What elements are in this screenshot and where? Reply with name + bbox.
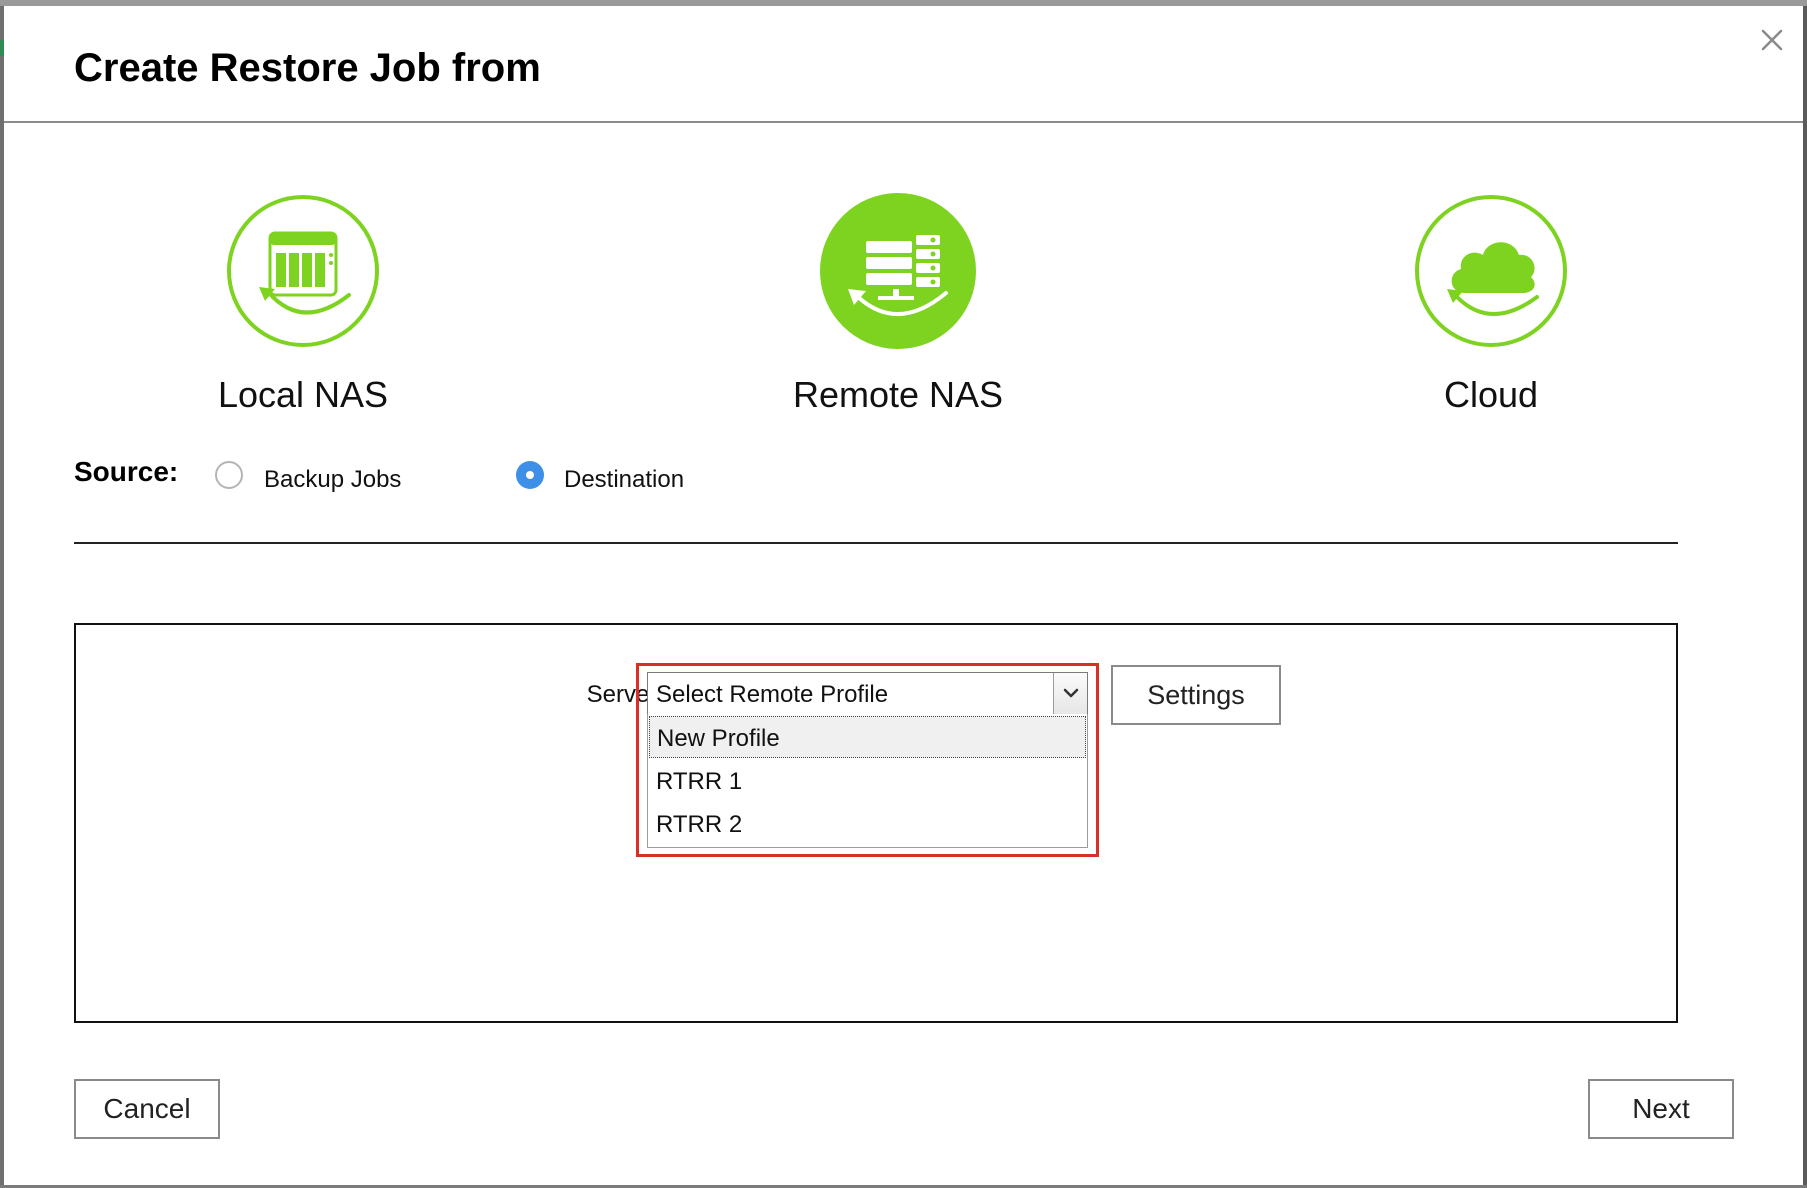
server-panel: Server: Select Remote Profile New Profil… (74, 623, 1678, 1023)
radio-backup-jobs[interactable] (215, 461, 243, 489)
radio-label-destination[interactable]: Destination (564, 466, 684, 494)
section-divider (74, 542, 1678, 544)
server-select-arrow[interactable] (1053, 673, 1087, 714)
source-option-cloud[interactable]: Cloud (1371, 193, 1611, 433)
next-button[interactable]: Next (1588, 1079, 1734, 1139)
settings-button[interactable]: Settings (1111, 665, 1281, 725)
dropdown-option-label: RTRR 1 (656, 768, 743, 795)
source-label-remote-nas: Remote NAS (792, 374, 1004, 415)
source-label-cloud: Cloud (1443, 374, 1539, 415)
dropdown-option-label: RTRR 2 (656, 811, 743, 838)
source-option-remote-nas[interactable]: Remote NAS (778, 193, 1018, 433)
dialog-header: Create Restore Job from (4, 6, 1803, 123)
source-label-local-nas: Local NAS (217, 374, 389, 415)
radio-label-backup-jobs[interactable]: Backup Jobs (264, 466, 401, 494)
remote-nas-icon (820, 193, 976, 349)
source-row-label: Source: (74, 456, 179, 487)
dialog-title: Create Restore Job from (74, 46, 541, 90)
screen: Create Restore Job from Local NAS Remote… (0, 0, 1807, 1188)
source-option-local-nas[interactable]: Local NAS (183, 193, 423, 433)
chevron-down-icon (1063, 688, 1079, 698)
cloud-icon (1415, 195, 1567, 347)
dropdown-option-rtrr-1[interactable]: RTRR 1 (649, 760, 1086, 802)
close-icon[interactable] (1754, 22, 1790, 58)
server-select[interactable]: Select Remote Profile (647, 672, 1088, 715)
radio-destination[interactable] (516, 461, 544, 489)
server-dropdown-list: New Profile RTRR 1 RTRR 2 (647, 714, 1088, 848)
local-nas-icon (227, 195, 379, 347)
server-select-value: Select Remote Profile (656, 681, 889, 708)
backdrop-right (1803, 6, 1807, 1188)
dropdown-option-new-profile[interactable]: New Profile (649, 716, 1086, 758)
dropdown-option-rtrr-2[interactable]: RTRR 2 (649, 803, 1086, 845)
create-restore-job-dialog: Create Restore Job from Local NAS Remote… (4, 6, 1803, 1185)
cancel-button[interactable]: Cancel (74, 1079, 220, 1139)
dropdown-option-label: New Profile (657, 725, 780, 752)
